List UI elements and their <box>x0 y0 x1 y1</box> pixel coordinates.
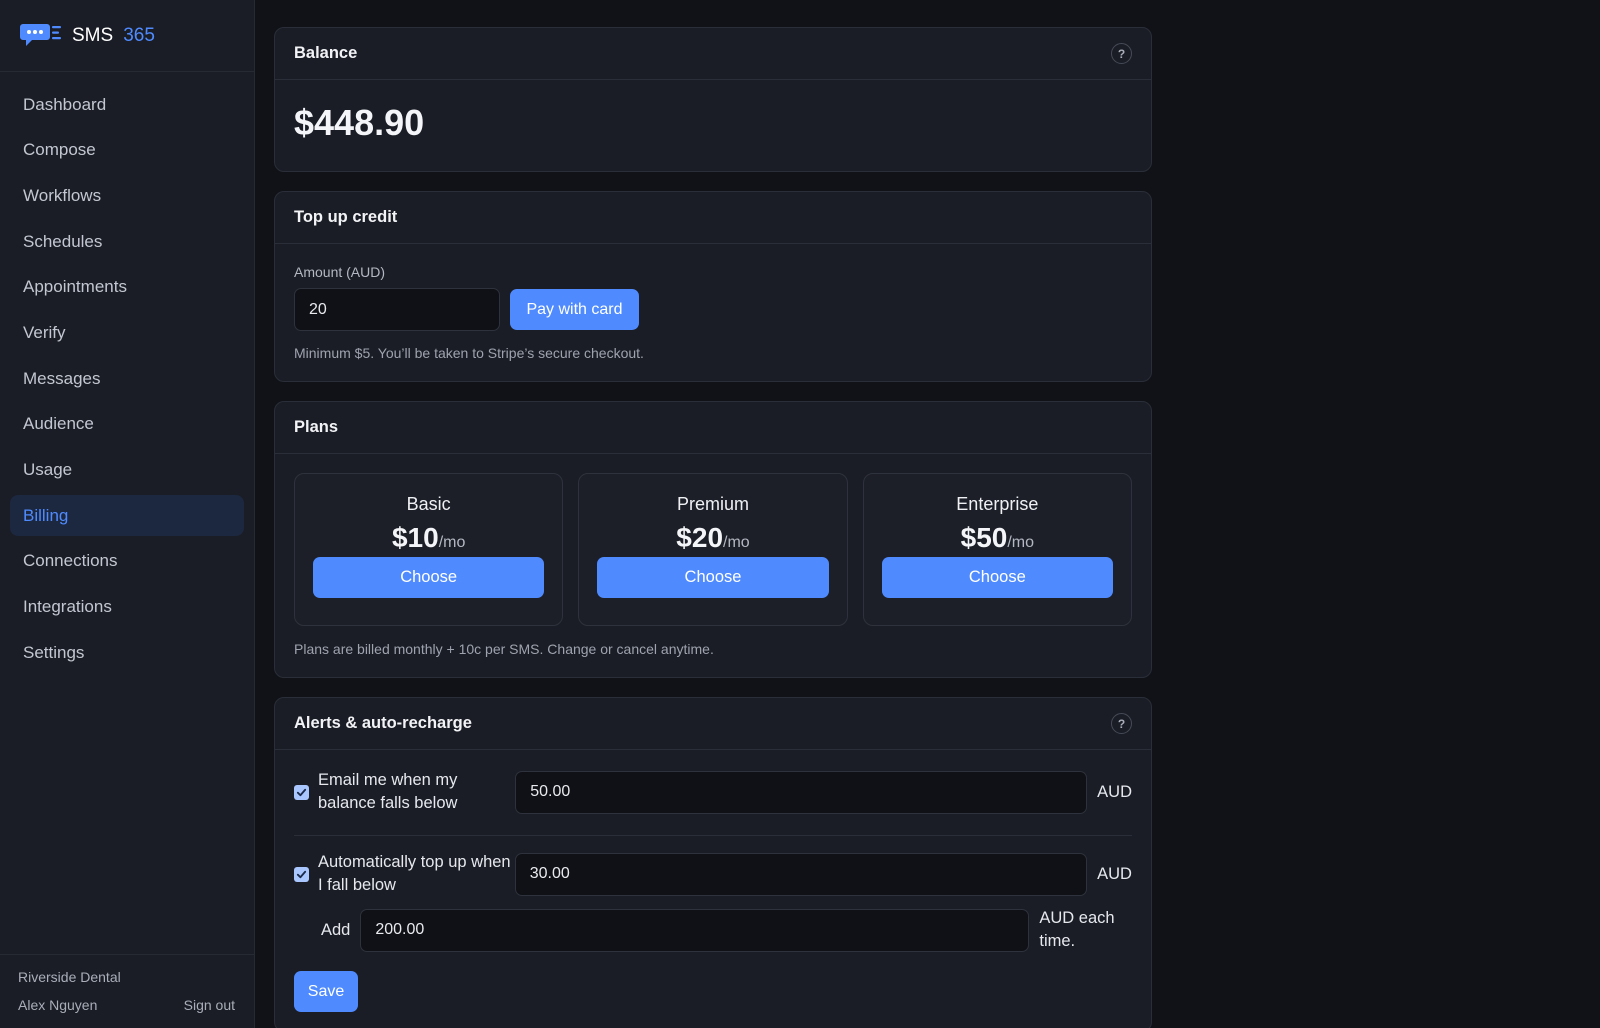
sidebar-item-label: Integrations <box>23 597 112 617</box>
sidebar-item-label: Workflows <box>23 185 102 205</box>
email-alert-checkbox[interactable] <box>294 784 309 800</box>
organization-name: Riverside Dental <box>18 969 121 985</box>
sidebar-item-label: Schedules <box>23 231 103 251</box>
sidebar-item-label: Connections <box>23 551 118 571</box>
plan-period: /mo <box>1007 534 1035 551</box>
chat-bubble-logo-icon <box>20 23 61 46</box>
plan-name: Premium <box>676 494 749 514</box>
balance-title: Balance <box>294 44 358 62</box>
sidebar-item-label: Appointments <box>23 277 127 297</box>
sidebar-item-label: Billing <box>23 505 69 525</box>
auto-topup-label: Automatically top up when I fall below <box>318 853 511 894</box>
email-alert-threshold-input[interactable]: 50.00 <box>515 770 1088 814</box>
sidebar-item-usage[interactable]: Usage <box>10 450 244 491</box>
choose-enterprise-button[interactable]: Choose <box>881 557 1113 598</box>
auto-topup-amount-input[interactable]: 200.00 <box>360 908 1030 952</box>
sidebar-item-audience[interactable]: Audience <box>10 404 244 445</box>
sidebar-item-integrations[interactable]: Integrations <box>10 587 244 628</box>
auto-topup-threshold-input[interactable]: 30.00 <box>514 852 1088 896</box>
user-name: Alex Nguyen <box>18 997 98 1013</box>
choose-basic-button[interactable]: Choose <box>313 557 545 598</box>
sidebar-nav: Dashboard Compose Workflows Schedules Ap… <box>0 72 254 673</box>
plan-name: Enterprise <box>956 494 1039 514</box>
brand-number: 365 <box>123 24 155 46</box>
sidebar-item-schedules[interactable]: Schedules <box>10 221 244 262</box>
sidebar-item-workflows[interactable]: Workflows <box>10 175 244 216</box>
plan-name: Basic <box>406 494 451 514</box>
brand[interactable]: SMS 365 <box>0 0 254 72</box>
plans-note: Plans are billed monthly + 10c per SMS. … <box>294 641 714 657</box>
pay-with-card-button[interactable]: Pay with card <box>510 289 639 330</box>
plan-price: $20 <box>676 522 724 553</box>
sidebar-item-label: Compose <box>23 140 96 160</box>
alerts-title: Alerts & auto-recharge <box>294 714 472 732</box>
alerts-card: Alerts & auto-recharge ? Email me when m… <box>274 697 1152 1028</box>
sidebar-item-label: Audience <box>23 414 94 434</box>
topup-hint: Minimum $5. You’ll be taken to Stripe’s … <box>294 345 644 361</box>
save-button[interactable]: Save <box>294 971 358 1012</box>
sidebar-item-messages[interactable]: Messages <box>10 358 244 399</box>
plan-price: $50 <box>960 522 1008 553</box>
auto-topup-amount-row: Add 200.00 AUD each time. <box>294 907 1132 953</box>
sidebar-item-dashboard[interactable]: Dashboard <box>10 84 244 125</box>
add-label: Add <box>321 920 351 939</box>
sidebar-footer: Riverside Dental Alex Nguyen Sign out <box>0 954 254 1028</box>
sidebar-item-connections[interactable]: Connections <box>10 541 244 582</box>
email-alert-label: Email me when my balance falls below <box>318 771 458 812</box>
sidebar-item-billing[interactable]: Billing <box>10 495 244 537</box>
sidebar-item-label: Messages <box>23 368 101 388</box>
sidebar: SMS 365 Dashboard Compose Workflows Sche… <box>0 0 255 1028</box>
topup-card: Top up credit Amount (AUD) 20 Pay with c… <box>274 191 1152 382</box>
plans-card: Plans Basic $10/mo Choose Premium $20/mo… <box>274 401 1152 678</box>
plan-card-basic: Basic $10/mo Choose <box>294 473 564 626</box>
brand-name: SMS <box>72 24 114 46</box>
sidebar-item-compose[interactable]: Compose <box>10 130 244 171</box>
plan-card-enterprise: Enterprise $50/mo Choose <box>862 473 1132 626</box>
sidebar-item-appointments[interactable]: Appointments <box>10 267 244 308</box>
plans-title: Plans <box>294 418 339 436</box>
checkmark-icon <box>296 788 307 796</box>
divider <box>294 835 1132 836</box>
currency-unit: AUD <box>1097 782 1132 801</box>
choose-premium-button[interactable]: Choose <box>597 557 829 598</box>
amount-input[interactable]: 20 <box>294 288 500 331</box>
help-icon[interactable]: ? <box>1111 713 1132 734</box>
plans-grid: Basic $10/mo Choose Premium $20/mo Choos… <box>294 473 1132 626</box>
auto-topup-checkbox[interactable] <box>294 866 309 882</box>
amount-label: Amount (AUD) <box>294 264 386 280</box>
sidebar-item-settings[interactable]: Settings <box>10 632 244 673</box>
sidebar-item-verify[interactable]: Verify <box>10 312 244 353</box>
sign-out-link[interactable]: Sign out <box>184 997 235 1013</box>
plan-period: /mo <box>438 534 466 551</box>
sidebar-item-label: Usage <box>23 460 73 479</box>
main-content: Balance ? $448.90 Top up credit Amount (… <box>274 27 1152 1028</box>
auto-topup-suffix: AUD each time. <box>1039 909 1115 950</box>
balance-card: Balance ? $448.90 <box>274 27 1152 172</box>
sidebar-item-label: Dashboard <box>23 94 107 114</box>
plan-card-premium: Premium $20/mo Choose <box>578 473 848 626</box>
plan-price: $10 <box>391 522 439 553</box>
sidebar-item-label: Verify <box>23 322 66 342</box>
sidebar-item-label: Settings <box>23 642 85 662</box>
help-icon[interactable]: ? <box>1111 43 1132 64</box>
checkmark-icon <box>296 870 307 878</box>
auto-topup-row: Automatically top up when I fall below 3… <box>294 851 1132 897</box>
topup-title: Top up credit <box>294 208 398 226</box>
balance-amount: $448.90 <box>294 102 425 143</box>
email-alert-row: Email me when my balance falls below 50.… <box>294 769 1132 815</box>
currency-unit: AUD <box>1097 864 1132 883</box>
plan-period: /mo <box>723 534 750 551</box>
